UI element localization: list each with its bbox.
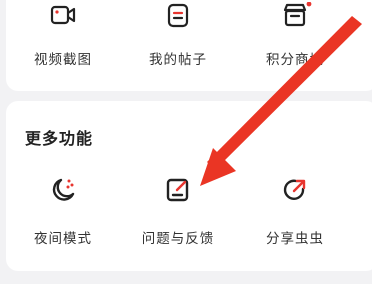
feature-item-label: 夜间模式 xyxy=(34,231,92,247)
grid-item-label: 视频截图 xyxy=(34,52,92,68)
feature-item-label: 问题与反馈 xyxy=(141,231,215,247)
feedback-edit-icon xyxy=(166,178,189,202)
grid-item-label: 我的帖子 xyxy=(149,52,207,68)
feature-item-label: 分享虫虫 xyxy=(266,231,324,247)
grid-item-video-screenshot[interactable]: 视频截图 xyxy=(13,0,113,68)
share-icon xyxy=(283,179,306,200)
notification-dot xyxy=(306,2,312,7)
feature-item-feedback[interactable]: 问题与反馈 xyxy=(128,175,228,247)
feature-item-night-mode[interactable]: 夜间模式 xyxy=(13,175,113,247)
video-icon xyxy=(50,5,76,25)
document-icon xyxy=(167,3,189,28)
night-mode-icon xyxy=(52,178,75,201)
grid-item-label: 积分商城 xyxy=(266,52,324,68)
grid-item-points-mall[interactable]: 积分商城 xyxy=(245,0,345,68)
grid-item-my-posts[interactable]: 我的帖子 xyxy=(128,0,228,68)
feature-item-share[interactable]: 分享虫虫 xyxy=(245,175,345,247)
section-title: 更多功能 xyxy=(25,129,94,148)
store-icon xyxy=(283,2,312,27)
